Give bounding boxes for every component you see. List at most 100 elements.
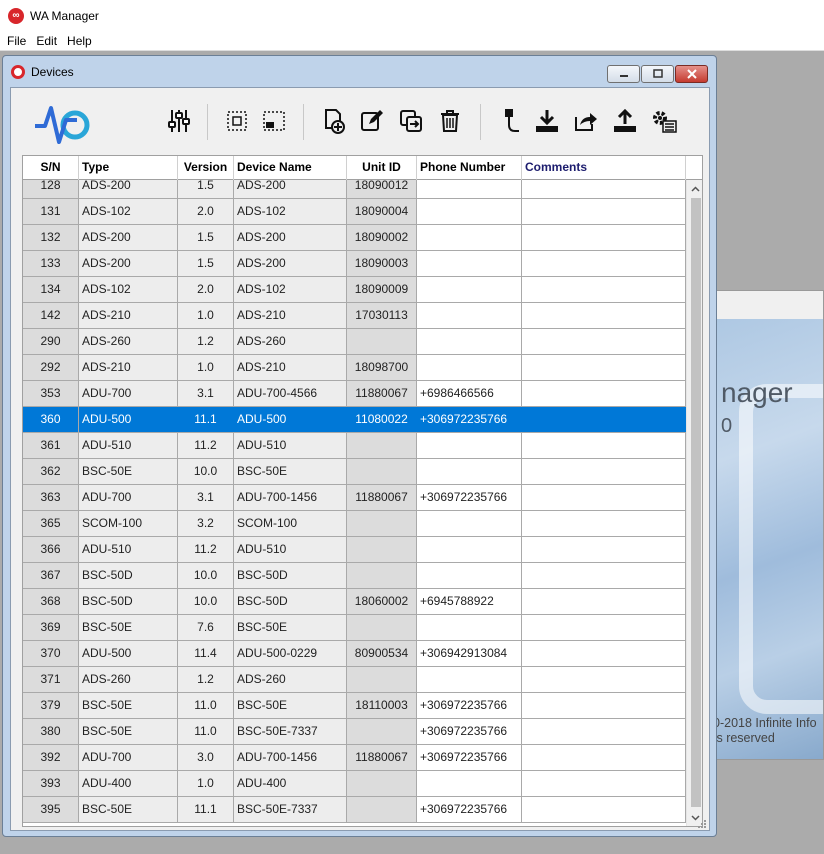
- scroll-up-button[interactable]: [687, 180, 702, 197]
- cell-unit-id[interactable]: [347, 771, 417, 796]
- cell-version[interactable]: 10.0: [178, 459, 234, 484]
- cell-unit-id[interactable]: 80900534: [347, 641, 417, 666]
- cell-sn[interactable]: 361: [23, 433, 79, 458]
- cell-comments[interactable]: [522, 433, 686, 458]
- cell-unit-id[interactable]: 18090012: [347, 180, 417, 198]
- splash-window[interactable]: nager 0 0-2018 Infinite Info ts reserved: [716, 290, 824, 760]
- cell-version[interactable]: 3.2: [178, 511, 234, 536]
- cell-phone-number[interactable]: [417, 563, 522, 588]
- cell-sn[interactable]: 134: [23, 277, 79, 302]
- table-row[interactable]: 132 ADS-200 1.5 ADS-200 18090002: [23, 225, 686, 251]
- cell-sn[interactable]: 132: [23, 225, 79, 250]
- cell-device-name[interactable]: ADS-210: [234, 303, 347, 328]
- cell-comments[interactable]: [522, 667, 686, 692]
- cell-unit-id[interactable]: 11880067: [347, 745, 417, 770]
- cell-sn[interactable]: 362: [23, 459, 79, 484]
- settings-sliders-button[interactable]: [166, 108, 192, 134]
- cell-phone-number[interactable]: [417, 459, 522, 484]
- advanced-settings-button[interactable]: [651, 108, 677, 134]
- cell-device-name[interactable]: ADS-200: [234, 251, 347, 276]
- cell-sn[interactable]: 128: [23, 180, 79, 198]
- cell-unit-id[interactable]: [347, 511, 417, 536]
- cell-unit-id[interactable]: 18090009: [347, 277, 417, 302]
- cell-comments[interactable]: [522, 355, 686, 380]
- table-row[interactable]: 142 ADS-210 1.0 ADS-210 17030113: [23, 303, 686, 329]
- table-row[interactable]: 392 ADU-700 3.0 ADU-700-1456 11880067 +306972…: [23, 745, 686, 771]
- cell-version[interactable]: 11.2: [178, 433, 234, 458]
- cell-type[interactable]: SCOM-100: [79, 511, 178, 536]
- menu-file[interactable]: File: [2, 34, 31, 48]
- cell-device-name[interactable]: ADS-260: [234, 667, 347, 692]
- cell-type[interactable]: ADU-700: [79, 745, 178, 770]
- cell-device-name[interactable]: BSC-50D: [234, 563, 347, 588]
- cell-comments[interactable]: [522, 180, 686, 198]
- scroll-thumb[interactable]: [691, 198, 701, 807]
- cell-unit-id[interactable]: 18090004: [347, 199, 417, 224]
- cell-comments[interactable]: [522, 563, 686, 588]
- cell-device-name[interactable]: ADU-700-1456: [234, 745, 347, 770]
- cell-comments[interactable]: [522, 199, 686, 224]
- cell-unit-id[interactable]: 18098700: [347, 355, 417, 380]
- table-row[interactable]: 128 ADS-200 1.5 ADS-200 18090012: [23, 180, 686, 199]
- cell-unit-id[interactable]: 18090003: [347, 251, 417, 276]
- cell-phone-number[interactable]: [417, 277, 522, 302]
- cell-device-name[interactable]: ADS-260: [234, 329, 347, 354]
- cell-type[interactable]: BSC-50E: [79, 459, 178, 484]
- cell-phone-number[interactable]: +306972235766: [417, 745, 522, 770]
- devices-table[interactable]: S/N Type Version Device Name Unit ID Pho…: [22, 155, 703, 827]
- cell-type[interactable]: ADU-500: [79, 407, 178, 432]
- minimize-button[interactable]: [607, 65, 640, 83]
- cell-comments[interactable]: [522, 381, 686, 406]
- cell-device-name[interactable]: BSC-50E: [234, 615, 347, 640]
- resize-grip-icon[interactable]: [697, 819, 707, 829]
- cell-phone-number[interactable]: [417, 251, 522, 276]
- cell-comments[interactable]: [522, 277, 686, 302]
- cell-comments[interactable]: [522, 745, 686, 770]
- cell-phone-number[interactable]: [417, 303, 522, 328]
- cell-device-name[interactable]: ADU-510: [234, 537, 347, 562]
- column-header-device-name[interactable]: Device Name: [234, 156, 347, 180]
- column-header-type[interactable]: Type: [79, 156, 178, 180]
- cell-phone-number[interactable]: [417, 667, 522, 692]
- download-button[interactable]: [534, 108, 560, 134]
- cell-version[interactable]: 1.0: [178, 771, 234, 796]
- close-button[interactable]: [675, 65, 708, 83]
- table-row[interactable]: 292 ADS-210 1.0 ADS-210 18098700: [23, 355, 686, 381]
- select-all-button[interactable]: [224, 108, 250, 134]
- table-row[interactable]: 131 ADS-102 2.0 ADS-102 18090004: [23, 199, 686, 225]
- cell-type[interactable]: ADS-200: [79, 251, 178, 276]
- table-row[interactable]: 361 ADU-510 11.2 ADU-510: [23, 433, 686, 459]
- cell-version[interactable]: 1.5: [178, 251, 234, 276]
- cell-unit-id[interactable]: 11880067: [347, 381, 417, 406]
- cell-phone-number[interactable]: [417, 511, 522, 536]
- cell-device-name[interactable]: ADS-200: [234, 180, 347, 198]
- cell-sn[interactable]: 379: [23, 693, 79, 718]
- cell-unit-id[interactable]: [347, 667, 417, 692]
- cell-device-name[interactable]: ADS-210: [234, 355, 347, 380]
- cell-device-name[interactable]: ADU-510: [234, 433, 347, 458]
- cell-device-name[interactable]: ADS-200: [234, 225, 347, 250]
- cell-sn[interactable]: 393: [23, 771, 79, 796]
- cell-type[interactable]: ADS-260: [79, 329, 178, 354]
- edit-button[interactable]: [359, 108, 385, 134]
- cell-comments[interactable]: [522, 797, 686, 822]
- cell-phone-number[interactable]: +6945788922: [417, 589, 522, 614]
- cell-comments[interactable]: [522, 459, 686, 484]
- table-row[interactable]: 363 ADU-700 3.1 ADU-700-1456 11880067 +306972…: [23, 485, 686, 511]
- cell-device-name[interactable]: ADS-102: [234, 277, 347, 302]
- cell-version[interactable]: 7.6: [178, 615, 234, 640]
- cell-type[interactable]: ADS-102: [79, 277, 178, 302]
- cell-sn[interactable]: 365: [23, 511, 79, 536]
- table-row[interactable]: 362 BSC-50E 10.0 BSC-50E: [23, 459, 686, 485]
- cell-type[interactable]: ADS-200: [79, 180, 178, 198]
- table-row[interactable]: 134 ADS-102 2.0 ADS-102 18090009: [23, 277, 686, 303]
- cell-version[interactable]: 3.0: [178, 745, 234, 770]
- cell-phone-number[interactable]: +306972235766: [417, 719, 522, 744]
- cell-device-name[interactable]: BSC-50E: [234, 459, 347, 484]
- cell-comments[interactable]: [522, 771, 686, 796]
- table-row[interactable]: 369 BSC-50E 7.6 BSC-50E: [23, 615, 686, 641]
- table-row[interactable]: 379 BSC-50E 11.0 BSC-50E 18110003 +3069722357…: [23, 693, 686, 719]
- upload-button[interactable]: [612, 108, 638, 134]
- column-header-phone-number[interactable]: Phone Number: [417, 156, 522, 180]
- cell-unit-id[interactable]: 18110003: [347, 693, 417, 718]
